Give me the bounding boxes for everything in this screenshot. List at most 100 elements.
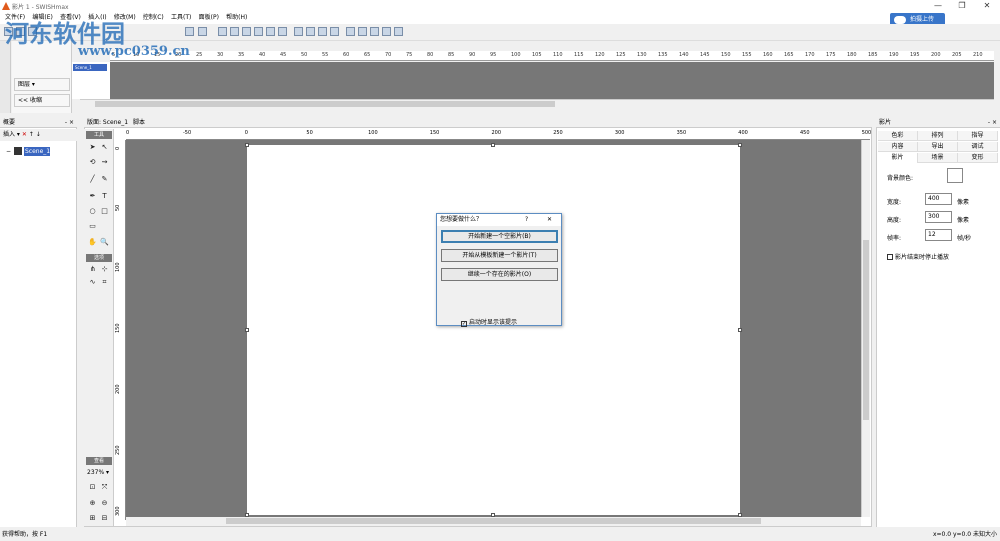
close-button[interactable]: ✕ <box>975 0 999 12</box>
properties-close-icon[interactable]: - × <box>988 117 997 128</box>
bg-color-picker[interactable] <box>947 168 963 183</box>
hand-tool-icon[interactable]: ✋ <box>88 238 97 247</box>
delete-icon[interactable]: ✕ <box>22 131 27 138</box>
sound-icon[interactable] <box>278 27 287 36</box>
rectangle-tool-icon[interactable]: □ <box>100 207 109 216</box>
first-frame-icon[interactable] <box>346 27 355 36</box>
tree-expander-icon[interactable]: − <box>6 148 11 155</box>
stop-at-end-checkbox[interactable]: 影片结束时停止播放 <box>887 252 949 261</box>
zoom-tool-icon[interactable]: 🔍 <box>100 238 109 247</box>
step-icon[interactable] <box>330 27 339 36</box>
pen-tool-icon[interactable]: ✒ <box>88 192 97 201</box>
stage-handle[interactable] <box>738 143 742 147</box>
collapse-button[interactable]: << 收缩 <box>14 94 70 107</box>
timeline-scrollbar[interactable] <box>80 99 994 107</box>
tab-content[interactable]: 内容 <box>878 142 918 152</box>
show-on-startup-checkbox[interactable]: ✓ 启动时显示该提示 <box>461 317 517 327</box>
timeline-frames[interactable] <box>110 62 994 99</box>
actual-size-icon[interactable]: ⤧ <box>100 483 109 492</box>
minimize-button[interactable]: — <box>926 0 950 12</box>
play-icon[interactable] <box>306 27 315 36</box>
fit-icon[interactable]: ⊡ <box>88 483 97 492</box>
menu-tools[interactable]: 工具(T) <box>171 12 191 24</box>
line-tool-icon[interactable]: ╱ <box>88 175 97 184</box>
text-tool-icon[interactable] <box>230 27 239 36</box>
outline-close-icon[interactable]: - × <box>65 117 74 128</box>
timeline-scroll-thumb[interactable] <box>95 101 555 107</box>
insert-dropdown[interactable]: 插入 <box>3 131 15 138</box>
rate-input[interactable]: 12 <box>925 229 952 241</box>
autoshape-tool-icon[interactable]: ▭ <box>88 222 97 231</box>
subselect-tool-icon[interactable]: ↖ <box>100 143 109 152</box>
tab-scene[interactable]: 场景 <box>918 153 958 163</box>
pencil-tool-icon[interactable]: ✎ <box>100 175 109 184</box>
next-frame-icon[interactable] <box>370 27 379 36</box>
group-icon[interactable] <box>218 27 227 36</box>
stage-handle[interactable] <box>738 328 742 332</box>
height-input[interactable]: 300 <box>925 211 952 223</box>
stage-handle[interactable] <box>245 328 249 332</box>
tab-guide[interactable]: 指导 <box>958 131 998 141</box>
timeline-tick-label: 45 <box>280 52 287 58</box>
outline-scene-item[interactable]: Scene_1 <box>24 147 50 156</box>
prev-frame-icon[interactable] <box>358 27 367 36</box>
restore-button[interactable]: ❐ <box>950 0 974 12</box>
tab-transform[interactable]: 变形 <box>958 153 998 163</box>
new-movie-button[interactable]: 开始新建一个空影片(B) <box>441 230 558 243</box>
zoom-select[interactable]: 237% ▾ <box>87 469 109 476</box>
timeline-tick-label: 190 <box>889 52 899 58</box>
open-movie-button[interactable]: 继续一个存在的影片(O) <box>441 268 558 281</box>
transform-tool-icon[interactable]: ⟲ <box>88 158 97 167</box>
last-frame-icon[interactable] <box>382 27 391 36</box>
tab-movie[interactable]: 影片 <box>878 153 918 163</box>
sprite-icon[interactable] <box>266 27 275 36</box>
stop-icon[interactable] <box>294 27 303 36</box>
stop-at-end-label: 影片结束时停止播放 <box>895 254 950 261</box>
play-frame-icon[interactable] <box>318 27 327 36</box>
stage-vscroll-thumb[interactable] <box>863 240 869 420</box>
width-input[interactable]: 400 <box>925 193 952 205</box>
menu-help[interactable]: 帮助(H) <box>226 12 247 24</box>
snap-option-icon[interactable]: ⋔ <box>88 265 97 274</box>
layers-button[interactable]: 图层 ▾ <box>14 78 70 91</box>
timeline-scene-item[interactable]: Scene_1 <box>73 64 107 71</box>
zoom-out-icon[interactable]: ⊖ <box>100 499 109 508</box>
tab-layout[interactable]: 版面: Scene_1 <box>87 119 128 126</box>
vertical-ruler: 0 50 100 150 200 250 300 <box>114 140 126 520</box>
stage-hscroll-thumb[interactable] <box>226 518 761 524</box>
template-movie-button[interactable]: 开始从模板新建一个影片(T) <box>441 249 558 262</box>
tab-color[interactable]: 色彩 <box>878 131 918 141</box>
zoom-in-icon[interactable]: ⊕ <box>88 499 97 508</box>
select-tool-icon[interactable]: ➤ <box>88 143 97 152</box>
stage-horizontal-scrollbar[interactable] <box>126 517 861 526</box>
grid-option-icon[interactable]: ⊹ <box>100 265 109 274</box>
straighten-option-icon[interactable]: ⌗ <box>100 278 109 287</box>
ellipse-tool-icon[interactable]: ○ <box>88 207 97 216</box>
end-icon[interactable] <box>394 27 403 36</box>
export-icon[interactable] <box>198 27 207 36</box>
tab-debug[interactable]: 调试 <box>958 142 998 152</box>
tab-script[interactable]: 脚本 <box>133 119 145 126</box>
stage-vertical-scrollbar[interactable] <box>861 140 870 517</box>
menu-panels[interactable]: 面板(P) <box>199 12 219 24</box>
stage-handle[interactable] <box>491 143 495 147</box>
stage-handle[interactable] <box>245 143 249 147</box>
timeline-tick-label: 185 <box>868 52 878 58</box>
tab-arrange[interactable]: 排列 <box>918 131 958 141</box>
grid-toggle-icon[interactable]: ⊞ <box>88 514 97 523</box>
menu-control[interactable]: 控制(C) <box>143 12 164 24</box>
vruler-tick-label: 100 <box>115 262 121 272</box>
shape-icon[interactable] <box>254 27 263 36</box>
tab-export[interactable]: 导出 <box>918 142 958 152</box>
image-icon[interactable] <box>242 27 251 36</box>
smooth-option-icon[interactable]: ∿ <box>88 278 97 287</box>
stage[interactable] <box>247 145 740 515</box>
text-tool-icon[interactable]: T <box>100 192 109 201</box>
dialog-help-button[interactable]: ? <box>525 214 528 226</box>
dialog-close-button[interactable]: ✕ <box>547 214 552 226</box>
test-icon[interactable] <box>185 27 194 36</box>
timeline-tick-label: 35 <box>238 52 245 58</box>
timeline-side-tab[interactable] <box>0 41 11 113</box>
guides-toggle-icon[interactable]: ⊟ <box>100 514 109 523</box>
motion-path-icon[interactable]: ⇝ <box>100 158 109 167</box>
